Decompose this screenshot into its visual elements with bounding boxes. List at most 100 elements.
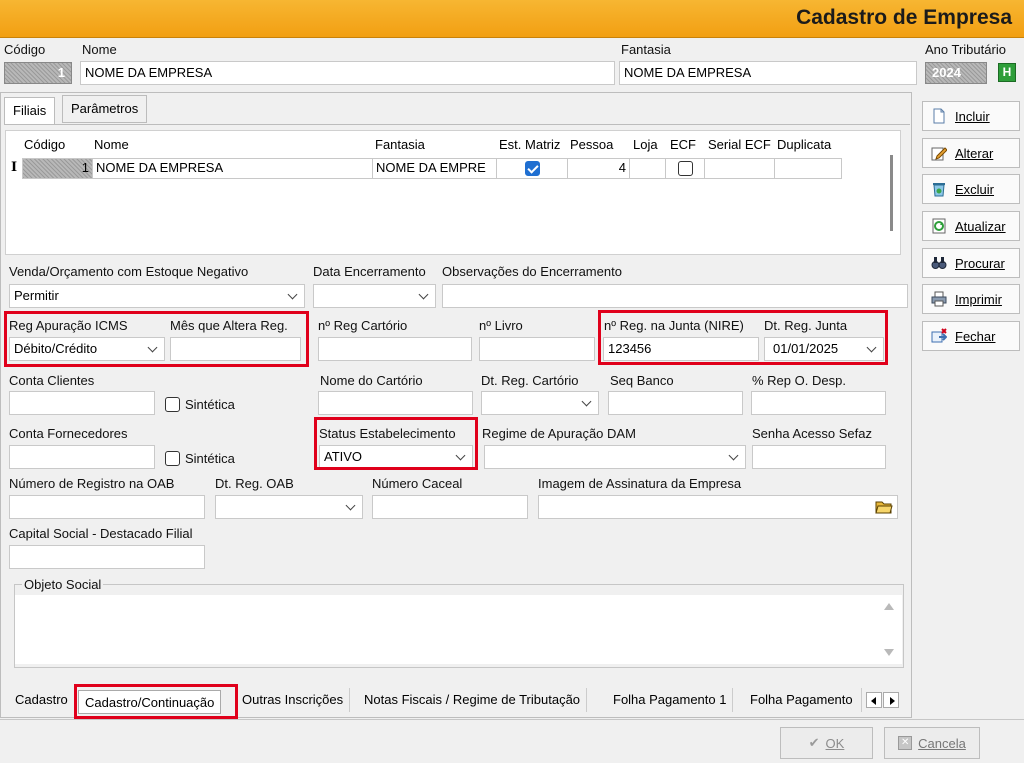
nome-label: Nome [82,42,117,57]
cell-nome[interactable]: NOME DA EMPRESA [92,158,373,179]
tab-notas-fiscais[interactable]: Notas Fiscais / Regime de Tributação [358,688,588,712]
tab-parametros[interactable]: Parâmetros [62,95,148,123]
caceal-label: Número Caceal [372,476,463,491]
fechar-button[interactable]: Fechar [922,321,1020,351]
excluir-button[interactable]: Excluir [922,174,1020,204]
cell-pessoa[interactable]: 4 [567,158,630,179]
exit-icon [931,328,948,344]
tab-divider [4,124,910,125]
col-est-matriz: Est. Matriz [499,137,561,152]
procurar-button[interactable]: Procurar [922,248,1020,278]
assinatura-field[interactable] [538,495,898,519]
reg-icms-label: Reg Apuração ICMS [9,318,128,333]
obs-encerramento-field[interactable] [442,284,908,308]
tab-cadastro-continuacao[interactable]: Cadastro/Continuação [78,690,222,714]
codigo-field[interactable]: 1 [4,62,72,84]
venda-select[interactable]: Permitir [9,284,305,308]
regime-dam-select[interactable] [484,445,746,469]
senha-sefaz-field[interactable] [752,445,886,469]
cell-serial-ecf[interactable] [704,158,775,179]
sintetica-fornecedores-checkbox[interactable] [165,451,180,466]
data-encerramento-label: Data Encerramento [313,264,426,279]
dt-junta-select[interactable]: 01/01/2025 [764,337,884,361]
objeto-social-label: Objeto Social [22,577,104,592]
conta-fornecedores-field[interactable] [9,445,155,469]
col-nome: Nome [94,137,129,152]
atualizar-button[interactable]: Atualizar [922,211,1020,241]
data-encerramento-select[interactable] [313,284,436,308]
status-select[interactable]: ATIVO [319,445,473,469]
refresh-icon [931,218,947,234]
est-matriz-checkbox[interactable] [525,161,540,176]
tab-cadastro[interactable]: Cadastro [9,688,75,712]
ano-tributario-field[interactable]: 2024 [925,62,987,84]
capital-field[interactable] [9,545,205,569]
fechar-label: Fechar [955,328,996,344]
tab-folha-pagamento-1[interactable]: Folha Pagamento 1 [607,688,734,712]
alterar-label: Alterar [955,145,994,161]
cell-est-matriz[interactable] [496,158,568,179]
tab-folha-pagamento[interactable]: Folha Pagamento [744,688,862,712]
conta-clientes-field[interactable] [9,391,155,415]
livro-label: nº Livro [479,318,523,333]
dt-cartorio-select[interactable] [481,391,599,415]
procurar-label: Procurar [955,255,1005,271]
rep-desp-label: % Rep O. Desp. [752,373,846,388]
imprimir-label: Imprimir [955,291,1002,307]
window-title: Cadastro de Empresa [796,6,1012,29]
col-pessoa: Pessoa [570,137,614,152]
col-serial-ecf: Serial ECF [708,137,771,152]
sintetica-clientes-checkbox[interactable] [165,397,180,412]
dt-oab-select[interactable] [215,495,363,519]
mes-altera-label: Mês que Altera Reg. [170,318,288,333]
document-icon [931,108,947,124]
tab-scroll-right-button[interactable] [883,692,899,708]
open-folder-icon[interactable] [875,499,893,514]
incluir-button[interactable]: Incluir [922,101,1020,131]
fantasia-label: Fantasia [621,42,671,57]
cell-loja[interactable] [629,158,666,179]
excluir-label: Excluir [955,181,995,197]
caceal-field[interactable] [372,495,528,519]
ok-button[interactable]: ✔ OK [780,727,873,759]
col-duplicata: Duplicata [777,137,832,152]
cancel-icon: ✕ [898,736,913,750]
oab-field[interactable] [9,495,205,519]
imprimir-button[interactable]: Imprimir [922,284,1020,314]
seq-banco-field[interactable] [608,391,743,415]
arrow-right-icon [890,697,895,705]
pencil-icon [931,145,948,161]
cell-fantasia[interactable]: NOME DA EMPRE [372,158,497,179]
cell-ecf[interactable] [665,158,705,179]
tab-outras-inscricoes[interactable]: Outras Inscrições [236,688,351,712]
scroll-down-icon[interactable] [884,649,894,656]
alterar-button[interactable]: Alterar [922,138,1020,168]
grid-scrollbar[interactable] [890,155,893,231]
conta-clientes-label: Conta Clientes [9,373,95,388]
filiais-grid[interactable]: Código Nome Fantasia Est. Matriz Pessoa … [5,130,901,255]
objeto-social-textarea[interactable] [15,595,902,664]
cell-codigo[interactable]: 1 [22,158,93,179]
seq-banco-label: Seq Banco [610,373,674,388]
rep-desp-field[interactable] [751,391,886,415]
tab-scroll-left-button[interactable] [866,692,882,708]
ecf-checkbox[interactable] [678,161,693,176]
ano-tributario-label: Ano Tributário [925,42,1006,57]
tab-filiais[interactable]: Filiais [4,97,56,125]
cancela-button[interactable]: ✕ Cancela [884,727,980,759]
nome-field[interactable]: NOME DA EMPRESA [80,61,615,85]
cell-duplicata[interactable] [774,158,842,179]
nire-field[interactable]: 123456 [603,337,759,361]
senha-sefaz-label: Senha Acesso Sefaz [752,426,872,441]
scroll-up-icon[interactable] [884,603,894,610]
binoculars-icon [931,255,947,271]
fantasia-field[interactable]: NOME DA EMPRESA [619,61,917,85]
reg-cartorio-field[interactable] [318,337,472,361]
ano-badge[interactable]: H [998,63,1016,82]
reg-icms-select[interactable]: Débito/Crédito [9,337,165,361]
mes-altera-field[interactable] [170,337,301,361]
obs-encerramento-label: Observações do Encerramento [442,264,622,279]
livro-field[interactable] [479,337,595,361]
venda-label: Venda/Orçamento com Estoque Negativo [9,264,249,279]
nome-cartorio-field[interactable] [318,391,473,415]
